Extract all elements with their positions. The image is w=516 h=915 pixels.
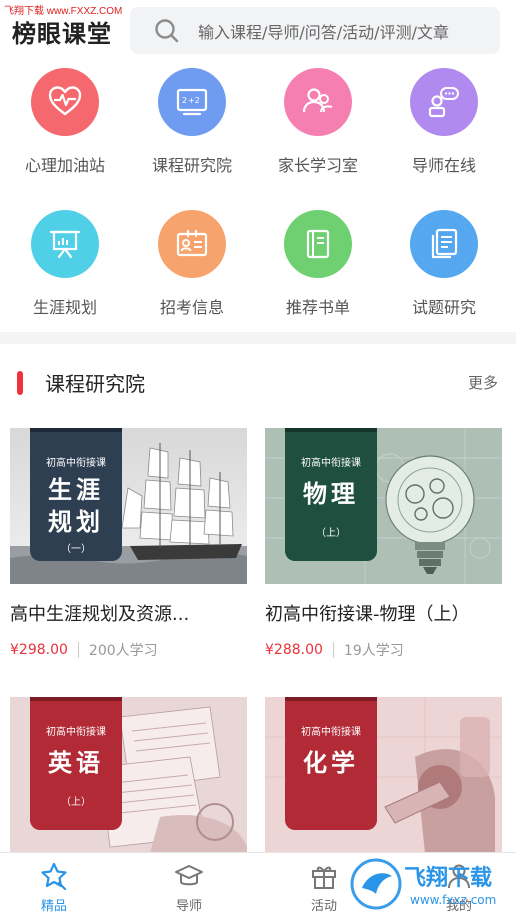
nav-label: 精品 [40, 899, 67, 914]
category-label: 试题研究 [411, 298, 476, 317]
section-divider [0, 332, 516, 344]
category-icon-bg [31, 68, 99, 136]
badge-title-line1: 物理 [303, 480, 359, 508]
badge-subtitle: （上） [316, 528, 346, 539]
course-card[interactable]: 初高中衔接课 生涯 规划 （一） 高中生涯规划及资源... ¥298.00 20… [10, 428, 247, 660]
heart-pulse-icon [48, 86, 82, 116]
id-card-icon [176, 229, 208, 257]
nav-tab-tutors[interactable]: 导师 [149, 861, 229, 914]
course-thumbnail: 初高中衔接课 物理 （上） [265, 428, 502, 584]
category-label: 招考信息 [159, 298, 224, 317]
category-psychology[interactable]: 心理加油站 [2, 68, 128, 176]
course-meta: ¥298.00 200人学习 [10, 640, 247, 660]
course-price: ¥288.00 [265, 642, 323, 658]
course-badge: 初高中衔接课 英语 （上） [30, 697, 122, 830]
section-title: 课程研究院 [45, 372, 145, 396]
badge-subtitle: （一） [61, 544, 91, 555]
category-label: 导师在线 [411, 156, 476, 175]
course-students: 19人学习 [343, 643, 404, 659]
category-tutor-online[interactable]: 导师在线 [381, 68, 507, 176]
course-card[interactable]: 初高中衔接课 英语 （上） [10, 697, 247, 852]
category-label: 生涯规划 [32, 298, 97, 317]
svg-text:+2: +2 [188, 96, 200, 105]
course-thumbnail: 初高中衔接课 生涯 规划 （一） [10, 428, 247, 584]
more-link[interactable]: 更多 [468, 372, 498, 393]
meta-separator [332, 642, 334, 658]
book-icon [306, 229, 330, 259]
star-icon [41, 862, 67, 891]
category-label: 课程研究院 [151, 156, 232, 175]
course-badge: 初高中衔接课 生涯 规划 （一） [30, 428, 122, 561]
svg-text:2: 2 [182, 96, 187, 105]
category-icon-bg [410, 210, 478, 278]
app-title: 榜眼课堂 [12, 20, 112, 48]
course-price: ¥298.00 [10, 642, 68, 658]
course-meta: ¥288.00 19人学习 [265, 640, 502, 660]
course-title: 高中生涯规划及资源... [10, 604, 190, 625]
presentation-icon [49, 230, 81, 259]
course-card[interactable]: 初高中衔接课 化学 [265, 697, 502, 852]
meta-separator [77, 642, 79, 658]
blackboard-icon: 2 +2 [176, 88, 208, 116]
badge-subtitle: （上） [61, 797, 91, 808]
category-exam-research[interactable]: 试题研究 [381, 210, 507, 318]
category-icon-bg [31, 210, 99, 278]
search-input[interactable]: 输入课程/导师/问答/活动/评测/文章 [130, 7, 500, 54]
badge-title-line1: 化学 [303, 749, 359, 777]
badge-title-line1: 生涯 [48, 476, 104, 504]
category-icon-bg [284, 210, 352, 278]
search-placeholder: 输入课程/导师/问答/活动/评测/文章 [198, 22, 449, 42]
header: 榜眼课堂 输入课程/导师/问答/活动/评测/文章 [0, 0, 516, 62]
document-icon [431, 228, 458, 259]
badge-caption: 初高中衔接课 [46, 458, 106, 469]
badge-title-line1: 英语 [48, 749, 104, 777]
category-course-institute[interactable]: 2 +2 课程研究院 [129, 68, 255, 176]
category-parents-study[interactable]: 家长学习室 [255, 68, 381, 176]
course-title: 初高中衔接课-物理（上） [265, 604, 470, 625]
watermark-logo-text: 飞翔下载 [404, 865, 492, 891]
badge-caption: 初高中衔接课 [46, 727, 106, 738]
graduation-cap-icon [175, 865, 203, 886]
course-card[interactable]: 初高中衔接课 物理 （上） 初高中衔接课-物理（上） ¥288.00 19人学习 [265, 428, 502, 660]
category-icon-bg: 2 +2 [158, 68, 226, 136]
gift-icon [312, 866, 336, 889]
nav-tab-featured[interactable]: 精品 [14, 861, 94, 914]
category-label: 推荐书单 [285, 298, 350, 317]
category-icon-bg [158, 210, 226, 278]
watermark-logo-url: www.fxxz.com [410, 893, 496, 907]
category-label: 家长学习室 [277, 156, 358, 175]
category-book-list[interactable]: 推荐书单 [255, 210, 381, 318]
badge-caption: 初高中衔接课 [301, 458, 361, 469]
badge-title-line2: 规划 [48, 508, 104, 536]
course-students: 200人学习 [88, 643, 158, 659]
parents-icon [302, 88, 333, 113]
category-icon-bg [410, 68, 478, 136]
course-thumbnail: 初高中衔接课 化学 [265, 697, 502, 852]
category-label: 心理加油站 [24, 156, 105, 175]
chat-user-icon [428, 87, 459, 118]
course-badge: 初高中衔接课 化学 [285, 697, 377, 830]
watermark-logo: 飞翔下载 www.fxxz.com [350, 858, 496, 910]
category-icon-bg [284, 68, 352, 136]
nav-label: 导师 [175, 899, 202, 914]
course-thumbnail: 初高中衔接课 英语 （上） [10, 697, 247, 852]
badge-caption: 初高中衔接课 [301, 727, 361, 738]
section-accent-bar [17, 371, 23, 395]
category-career-planning[interactable]: 生涯规划 [2, 210, 128, 318]
category-exam-info[interactable]: 招考信息 [129, 210, 255, 318]
search-icon [155, 18, 179, 42]
course-badge: 初高中衔接课 物理 （上） [285, 428, 377, 561]
